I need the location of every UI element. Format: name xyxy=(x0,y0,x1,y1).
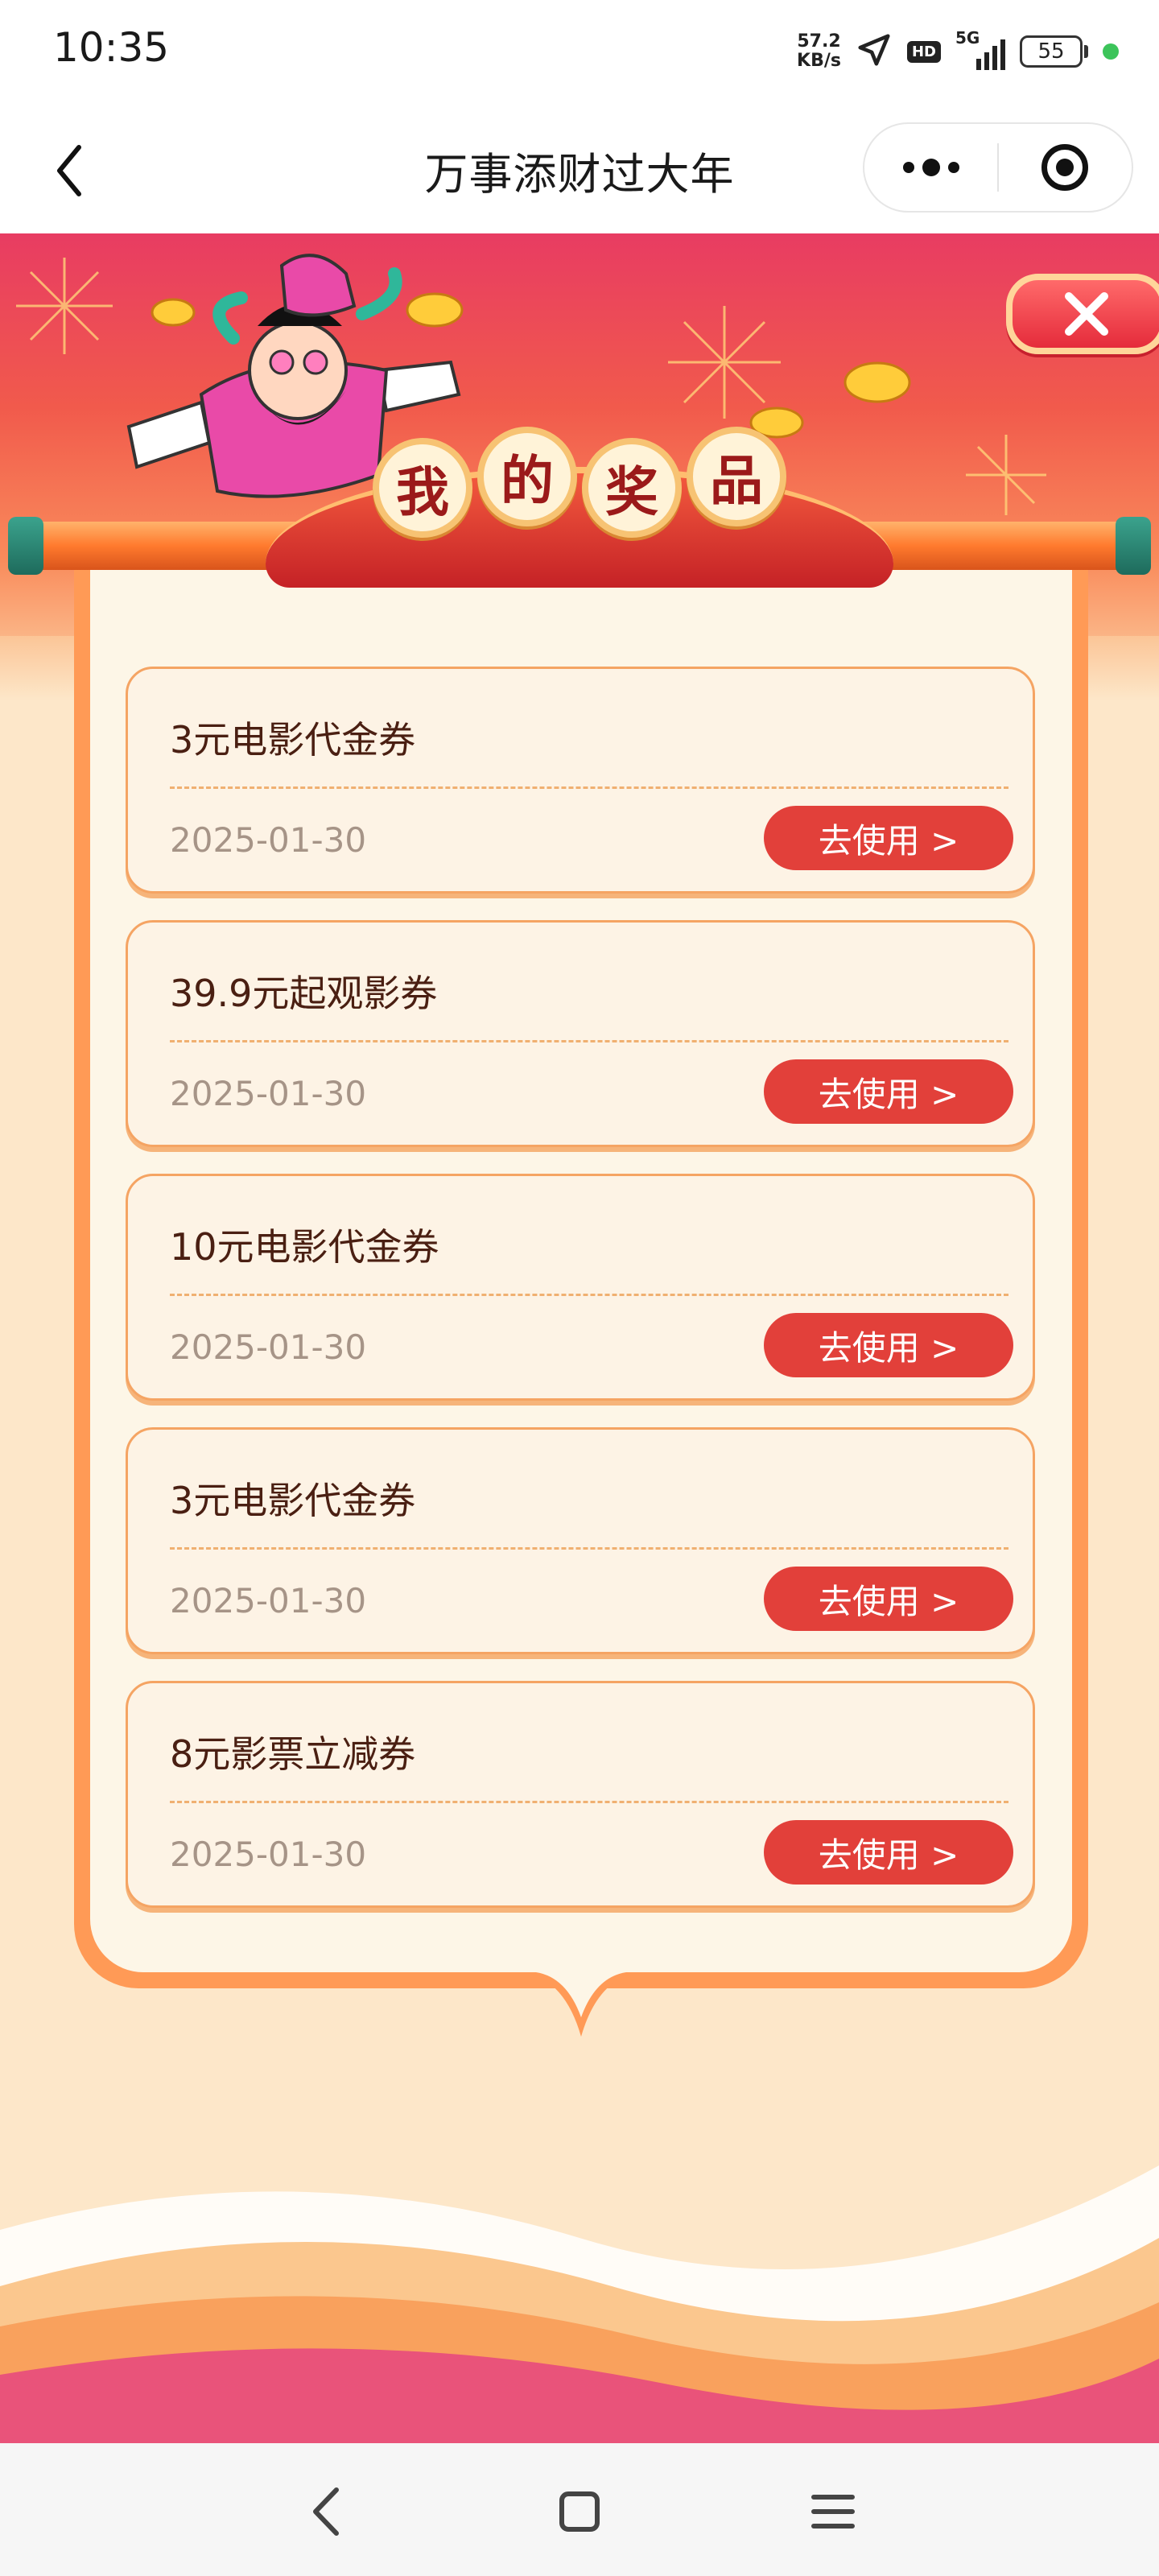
prize-card: 8元影票立减券 2025-01-30 去使用 > xyxy=(126,1681,1035,1908)
prize-name: 3元电影代金券 xyxy=(170,1479,416,1522)
use-coupon-button[interactable]: 去使用 > xyxy=(764,1820,1013,1885)
banner-char: 的 xyxy=(477,427,577,526)
close-prize-panel-button[interactable] xyxy=(1006,274,1159,354)
prize-card: 3元电影代金券 2025-01-30 去使用 > xyxy=(126,667,1035,894)
close-mini-program-button[interactable] xyxy=(999,124,1132,211)
dashed-divider xyxy=(170,1801,1008,1803)
more-button[interactable] xyxy=(864,124,997,211)
network-speed: 57.2 KB/s xyxy=(797,32,841,71)
use-coupon-button[interactable]: 去使用 > xyxy=(764,1313,1013,1377)
prize-name: 3元电影代金券 xyxy=(170,718,416,762)
scroll-rod-cap-right xyxy=(1116,517,1151,575)
banner-title: 我 的 奖 品 xyxy=(370,419,789,539)
battery-level: 55 xyxy=(1020,35,1083,68)
banner-char: 品 xyxy=(687,427,786,526)
wave-decoration xyxy=(0,2165,1159,2443)
prize-date: 2025-01-30 xyxy=(170,820,367,860)
battery-icon: 55 xyxy=(1020,35,1088,68)
system-back-button[interactable] xyxy=(290,2475,362,2548)
system-back-icon xyxy=(313,2487,339,2536)
status-bar: 10:35 57.2 KB/s HD 5G 55 xyxy=(0,0,1159,105)
target-icon xyxy=(1041,144,1089,191)
use-coupon-button[interactable]: 去使用 > xyxy=(764,1059,1013,1124)
nav-bar: 万事添财过大年 xyxy=(0,105,1159,233)
prize-date: 2025-01-30 xyxy=(170,1327,367,1367)
prize-date: 2025-01-30 xyxy=(170,1581,367,1620)
banner-char: 奖 xyxy=(582,438,682,538)
prize-name: 10元电影代金券 xyxy=(170,1225,439,1269)
scroll-tip-decoration xyxy=(525,1972,637,2037)
system-home-button[interactable] xyxy=(543,2475,616,2548)
dashed-divider xyxy=(170,1547,1008,1550)
network-type: 5G xyxy=(955,28,980,47)
hd-badge: HD xyxy=(906,40,941,63)
network-speed-unit: KB/s xyxy=(797,51,841,71)
status-icons: 57.2 KB/s HD 5G 55 xyxy=(797,28,1119,74)
prize-page: 我 的 奖 品 3元电影代金券 2025-01-30 去使用 > 39.9元起观… xyxy=(0,233,1159,2443)
prize-date: 2025-01-30 xyxy=(170,1835,367,1874)
mini-program-capsule xyxy=(863,122,1133,213)
use-coupon-button[interactable]: 去使用 > xyxy=(764,806,1013,870)
prize-card: 10元电影代金券 2025-01-30 去使用 > xyxy=(126,1174,1035,1401)
signal-icon: 5G xyxy=(955,28,1005,70)
prize-name: 8元影票立减券 xyxy=(170,1732,416,1776)
dashed-divider xyxy=(170,1040,1008,1042)
privacy-indicator-dot xyxy=(1103,43,1119,60)
banner-char: 我 xyxy=(373,438,472,538)
prize-name: 39.9元起观影券 xyxy=(170,972,438,1015)
system-menu-button[interactable] xyxy=(797,2475,869,2548)
status-time: 10:35 xyxy=(53,24,170,71)
system-home-icon xyxy=(559,2491,600,2532)
close-icon xyxy=(1065,292,1108,336)
dashed-divider xyxy=(170,786,1008,789)
scroll-rod-cap-left xyxy=(8,517,43,575)
use-coupon-button[interactable]: 去使用 > xyxy=(764,1567,1013,1631)
system-menu-icon xyxy=(811,2495,855,2529)
location-arrow-icon xyxy=(856,31,893,72)
prize-date: 2025-01-30 xyxy=(170,1074,367,1113)
network-speed-value: 57.2 xyxy=(797,31,841,52)
more-dots-icon xyxy=(902,162,914,173)
system-navigation-bar xyxy=(0,2443,1159,2576)
prize-card: 39.9元起观影券 2025-01-30 去使用 > xyxy=(126,920,1035,1147)
prize-list: 3元电影代金券 2025-01-30 去使用 > 39.9元起观影券 2025-… xyxy=(126,667,1035,1934)
my-prizes-banner: 我 的 奖 品 xyxy=(266,419,893,604)
dashed-divider xyxy=(170,1294,1008,1296)
prize-card: 3元电影代金券 2025-01-30 去使用 > xyxy=(126,1427,1035,1654)
